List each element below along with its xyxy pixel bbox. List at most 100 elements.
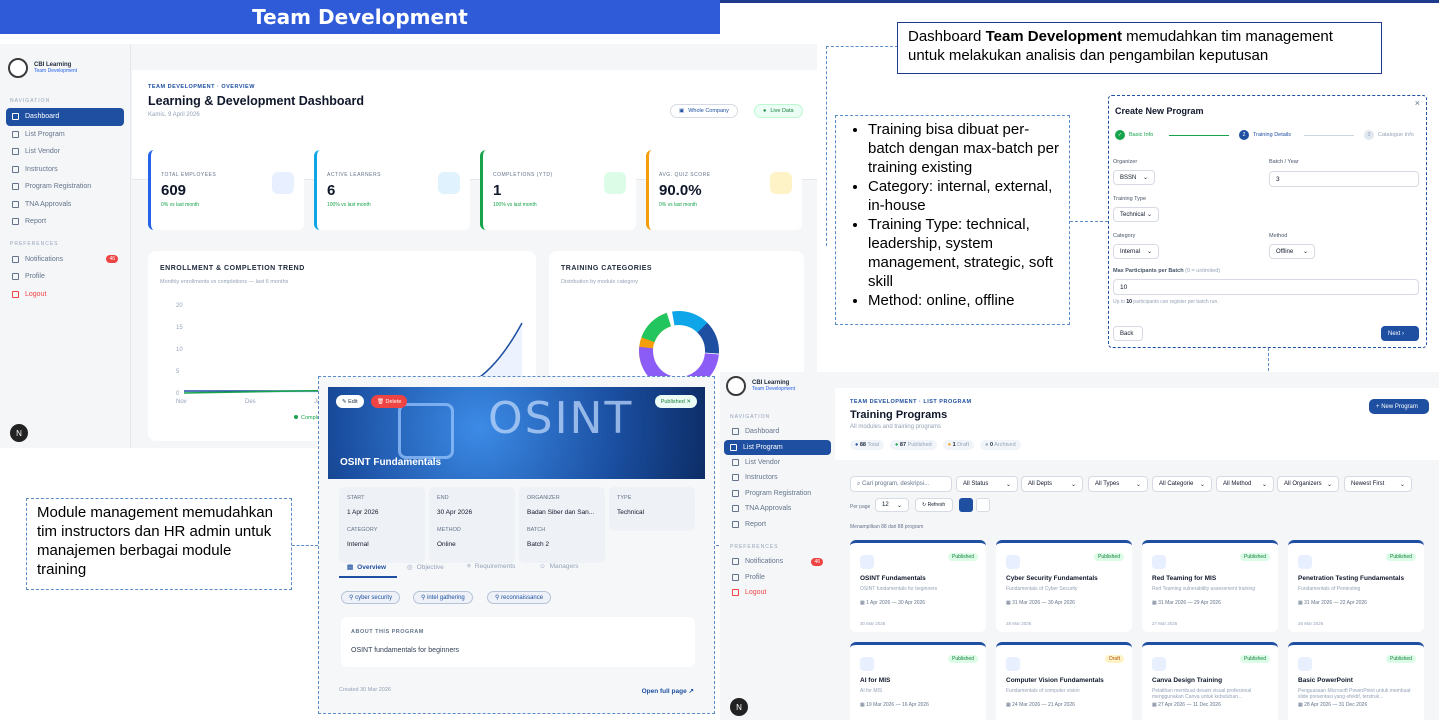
step-number: 3 xyxy=(1364,130,1374,140)
organizer-value: BSSN xyxy=(1120,174,1137,181)
tab-objective[interactable]: ◎ Objective xyxy=(407,563,444,572)
sidebar-item-list-program[interactable]: List Program xyxy=(0,126,130,144)
sidebar-item-instructors[interactable]: Instructors xyxy=(720,470,835,486)
sidebar-item-profile[interactable]: Profile xyxy=(0,268,130,286)
program-card[interactable]: Published Canva Design Training Pelatiha… xyxy=(1142,642,1278,720)
sidebar-item-report[interactable]: Report xyxy=(0,213,130,231)
type-select[interactable]: Technical ⌄ xyxy=(1113,207,1159,222)
chip-method: METHOD Online xyxy=(429,519,515,563)
sidebar-item-list-vendor[interactable]: List Vendor xyxy=(0,143,130,161)
program-title: OSINT Fundamentals xyxy=(340,457,442,468)
chip-batch: BATCH Batch 2 xyxy=(519,519,605,563)
sidebar-item-program-registration[interactable]: Program Registration xyxy=(720,486,835,502)
sidebar-item-notifications[interactable]: Notifications 46 xyxy=(720,554,835,570)
breadcrumb: TEAM DEVELOPMENT · LIST PROGRAM xyxy=(850,399,972,405)
tab-requirements[interactable]: ≡ Requirements xyxy=(467,563,515,570)
sidebar-item-label: Report xyxy=(25,218,47,226)
refresh-button[interactable]: ↻ Refresh xyxy=(915,498,953,512)
program-card[interactable]: Published OSINT Fundamentals OSINT funda… xyxy=(850,540,986,632)
edit-button[interactable]: ✎ Edit xyxy=(336,395,364,408)
organizer-filter[interactable]: All Organizers ⌄ xyxy=(1277,476,1339,492)
sort-select[interactable]: Newest First ⌄ xyxy=(1344,476,1412,492)
refresh-icon: ↻ xyxy=(922,502,927,508)
category-label: Category xyxy=(1113,233,1136,239)
callout-item: Training bisa dibuat per-batch dengan ma… xyxy=(868,120,1059,177)
program-card[interactable]: Published Basic PowerPoint Penguasaan Mi… xyxy=(1288,642,1424,720)
program-card[interactable]: Published Penetration Testing Fundamenta… xyxy=(1288,540,1424,632)
organizer-select[interactable]: BSSN ⌄ xyxy=(1113,170,1155,185)
sidebar-item-program-registration[interactable]: Program Registration xyxy=(0,178,130,196)
trash-icon: 🗑 xyxy=(377,398,384,405)
tag: ⚲ intel gathering xyxy=(413,591,473,604)
page-subtitle: All modules and training programs xyxy=(850,424,942,430)
tab-overview[interactable]: ▤ Overview xyxy=(347,563,386,572)
program-card[interactable]: Draft Computer Vision Fundamentals Funda… xyxy=(996,642,1132,720)
tag: ⚲ cyber security xyxy=(341,591,401,604)
nav-section-label: NAVIGATION xyxy=(730,414,771,420)
sidebar-item-label: List Program xyxy=(743,443,783,451)
profile-icon xyxy=(732,573,739,581)
category-select[interactable]: Internal ⌄ xyxy=(1113,244,1159,259)
per-page-select[interactable]: 12 ⌄ xyxy=(875,498,909,512)
sidebar-item-dashboard[interactable]: Dashboard xyxy=(6,108,124,126)
callout-item: Method: online, offline xyxy=(868,291,1059,310)
sidebar-item-tna-approvals[interactable]: TNA Approvals xyxy=(0,196,130,214)
building-icon: ▣ xyxy=(679,108,685,114)
sidebar-item-instructors[interactable]: Instructors xyxy=(0,161,130,179)
callout-item: Training Type: technical, leadership, sy… xyxy=(868,215,1059,291)
sidebar-item-logout[interactable]: Logout xyxy=(0,286,130,304)
sidebar-item-list-vendor[interactable]: List Vendor xyxy=(720,455,835,471)
sidebar-item-list-program[interactable]: List Program xyxy=(724,439,831,455)
method-select[interactable]: Offline ⌄ xyxy=(1269,244,1315,259)
stat-published: ● 87 Published xyxy=(890,440,937,450)
max-hint: (0 = unlimited) xyxy=(1185,268,1221,274)
sidebar-item-notifications[interactable]: Notifications 46 xyxy=(0,251,130,269)
sidebar-item-label: Dashboard xyxy=(25,113,60,121)
n-avatar[interactable]: N xyxy=(730,698,748,716)
delete-button[interactable]: 🗑 Delete xyxy=(371,395,408,408)
n-avatar[interactable]: N xyxy=(10,424,28,442)
search-icon: ⌕ xyxy=(857,480,861,487)
scope-select[interactable]: ▣ Whole Company xyxy=(670,104,738,118)
batch-input[interactable]: 3 xyxy=(1269,171,1419,187)
max-participants-input[interactable]: 10 xyxy=(1113,279,1419,295)
kpi-delta: 0% vs last month xyxy=(161,202,200,208)
program-title: Computer Vision Fundamentals xyxy=(1006,677,1104,684)
close-icon[interactable]: × xyxy=(1415,98,1420,108)
sidebar-item-label: Instructors xyxy=(25,165,58,173)
app-logo: CBI Learning Team Development xyxy=(720,372,835,400)
status-filter[interactable]: All Status ⌄ xyxy=(956,476,1018,492)
tab-managers[interactable]: ☺ Managers xyxy=(539,563,579,570)
sidebar-item-dashboard[interactable]: Dashboard xyxy=(720,424,835,440)
sidebar-item-tna-approvals[interactable]: TNA Approvals xyxy=(720,501,835,517)
step-basic-info[interactable]: ✓ Basic Info xyxy=(1115,130,1153,140)
method-filter[interactable]: All Method ⌄ xyxy=(1216,476,1274,492)
program-dates: ▦ 27 Apr 2026 — 11 Dec 2026 xyxy=(1152,702,1221,708)
dept-filter[interactable]: All Depts ⌄ xyxy=(1021,476,1083,492)
sidebar-item-report[interactable]: Report xyxy=(720,517,835,533)
grid-view-icon[interactable] xyxy=(959,498,973,512)
program-card[interactable]: Published AI for MIS AI for MIS ▦ 19 Mar… xyxy=(850,642,986,720)
open-full-page-link[interactable]: Open full page ↗ xyxy=(642,687,694,695)
program-created: 28 Mar 2026 xyxy=(1006,621,1032,626)
next-button[interactable]: Next › xyxy=(1381,326,1419,341)
list-program-screen: CBI Learning Team Development NAVIGATION … xyxy=(720,372,1439,720)
sidebar-item-logout[interactable]: Logout xyxy=(720,585,835,601)
step-training-details[interactable]: 2 Training Details xyxy=(1239,130,1291,140)
logo-icon xyxy=(8,58,28,78)
step-divider xyxy=(1304,135,1354,136)
method-label: Method xyxy=(1269,233,1288,239)
category-filter[interactable]: All Categorie ⌄ xyxy=(1152,476,1212,492)
sidebar-item-profile[interactable]: Profile xyxy=(720,570,835,586)
step-catalogue-info[interactable]: 3 Catalogue Info xyxy=(1364,130,1414,140)
program-card[interactable]: Published Cyber Security Fundamentals Fu… xyxy=(996,540,1132,632)
new-program-button[interactable]: + New Program xyxy=(1369,399,1429,414)
back-button[interactable]: Back xyxy=(1113,326,1143,341)
list-view-icon[interactable] xyxy=(976,498,990,512)
app-sub: Team Development xyxy=(752,386,796,392)
type-filter[interactable]: All Types ⌄ xyxy=(1088,476,1148,492)
legend-dot xyxy=(294,415,298,419)
program-dates: ▦ 31 Mar 2026 — 30 Apr 2026 xyxy=(1006,600,1075,606)
search-input[interactable]: ⌕ Cari program, deskripsi... xyxy=(850,476,952,492)
program-card[interactable]: Published Red Teaming for MIS Red Teamin… xyxy=(1142,540,1278,632)
